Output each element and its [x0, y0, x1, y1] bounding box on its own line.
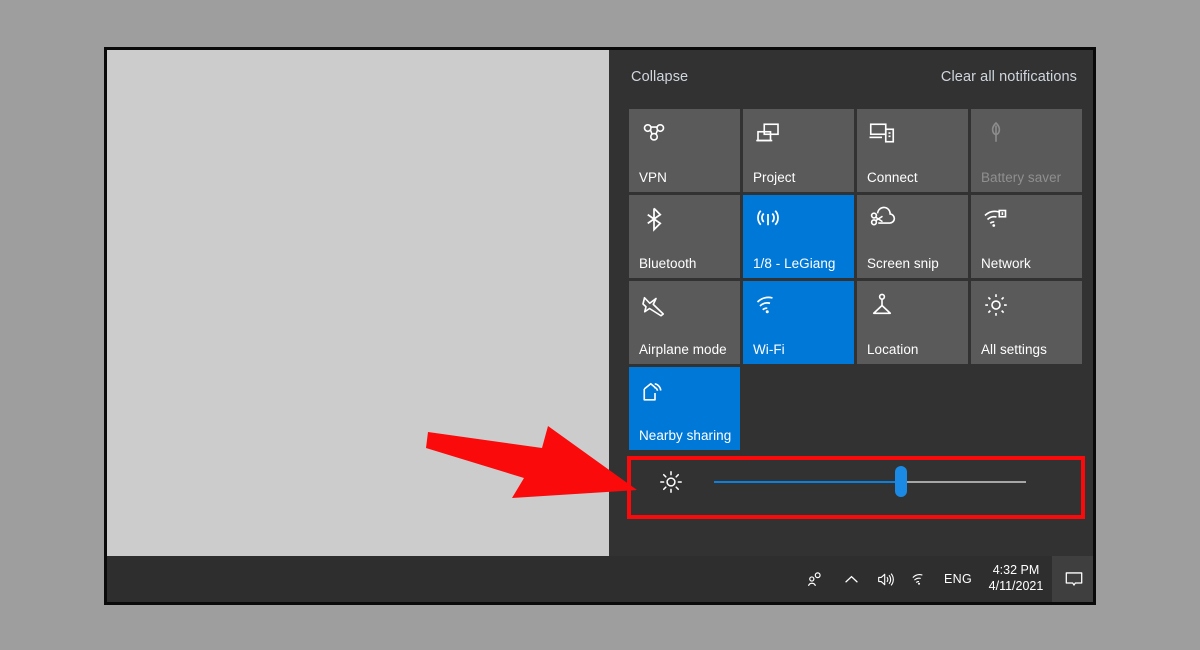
quick-action-tile-screen-snip[interactable]: Screen snip: [857, 195, 968, 278]
brightness-icon: [658, 469, 684, 495]
chevron-up-icon: [842, 570, 861, 589]
quick-action-label: VPN: [639, 170, 667, 185]
quick-action-tile-note[interactable]: 1/8 - LeGiang: [743, 195, 854, 278]
clock-time: 4:32 PM: [992, 563, 1040, 578]
quick-action-label: Network: [981, 256, 1031, 271]
gear-icon: [981, 290, 1011, 320]
slider-fill: [714, 481, 902, 483]
quick-action-label: Nearby sharing: [639, 428, 732, 443]
quick-action-label: Airplane mode: [639, 342, 727, 357]
quick-action-tile-battery-saver[interactable]: Battery saver: [971, 109, 1082, 192]
vpn-icon: [639, 118, 669, 148]
airplane-icon: [639, 290, 669, 320]
quick-action-label: Battery saver: [981, 170, 1062, 185]
quick-action-label: Location: [867, 342, 919, 357]
people-icon: [805, 570, 824, 589]
quick-action-label: Project: [753, 170, 796, 185]
connect-icon: [867, 118, 897, 148]
quick-action-tile-nearby-sharing[interactable]: Nearby sharing: [629, 367, 740, 450]
wifi-tray-icon: [910, 570, 929, 589]
wifi-icon: [753, 290, 783, 320]
taskbar: ENG 4:32 PM 4/11/2021: [107, 556, 1093, 602]
note-icon: [753, 204, 783, 234]
clear-all-notifications-link[interactable]: Clear all notifications: [941, 69, 1077, 85]
tray-clock[interactable]: 4:32 PM 4/11/2021: [980, 556, 1052, 602]
quick-action-label: Wi-Fi: [753, 342, 785, 357]
quick-action-label: All settings: [981, 342, 1047, 357]
volume-icon: [876, 570, 895, 589]
notification-icon: [1063, 568, 1085, 590]
screen-snip-icon: [867, 204, 897, 234]
clock-date: 4/11/2021: [988, 579, 1044, 593]
quick-action-tile-connect[interactable]: Connect: [857, 109, 968, 192]
collapse-link[interactable]: Collapse: [631, 69, 688, 85]
action-center-panel: Collapse Clear all notifications VPN Pro…: [609, 50, 1093, 556]
brightness-control-row: [629, 448, 1083, 518]
quick-action-label: Bluetooth: [639, 256, 697, 271]
quick-action-tile-airplane-mode[interactable]: Airplane mode: [629, 281, 740, 364]
location-icon: [867, 290, 897, 320]
brightness-slider[interactable]: [714, 466, 1026, 497]
quick-action-tile-all-settings[interactable]: All settings: [971, 281, 1082, 364]
quick-action-tile-vpn[interactable]: VPN: [629, 109, 740, 192]
monitor-frame: Collapse Clear all notifications VPN Pro…: [104, 47, 1096, 605]
system-tray: ENG 4:32 PM 4/11/2021: [794, 556, 1093, 602]
tray-wifi-button[interactable]: [902, 556, 936, 602]
bluetooth-icon: [639, 204, 669, 234]
tray-show-hidden-icons-button[interactable]: [834, 556, 868, 602]
tray-volume-button[interactable]: [868, 556, 902, 602]
quick-action-tile-project[interactable]: Project: [743, 109, 854, 192]
quick-action-label: Connect: [867, 170, 918, 185]
network-icon: [981, 204, 1011, 234]
tray-people-button[interactable]: [794, 556, 834, 602]
quick-actions-grid: VPN Project Connect Battery saver Blueto…: [629, 109, 1083, 450]
quick-action-tile-wifi[interactable]: Wi-Fi: [743, 281, 854, 364]
nearby-sharing-icon: [639, 376, 669, 406]
action-center-header: Collapse Clear all notifications: [609, 50, 1093, 105]
quick-action-tile-location[interactable]: Location: [857, 281, 968, 364]
desktop-background[interactable]: [107, 50, 609, 556]
slider-thumb[interactable]: [895, 466, 908, 497]
tray-notification-button[interactable]: [1052, 556, 1093, 602]
screenshot-stage: Collapse Clear all notifications VPN Pro…: [0, 0, 1200, 650]
quick-action-tile-bluetooth[interactable]: Bluetooth: [629, 195, 740, 278]
battery-saver-icon: [981, 118, 1011, 148]
quick-action-tile-network[interactable]: Network: [971, 195, 1082, 278]
quick-action-label: Screen snip: [867, 256, 939, 271]
tray-language-button[interactable]: ENG: [936, 556, 980, 602]
project-icon: [753, 118, 783, 148]
screen-content: Collapse Clear all notifications VPN Pro…: [107, 50, 1093, 602]
quick-action-label: 1/8 - LeGiang: [753, 256, 836, 271]
